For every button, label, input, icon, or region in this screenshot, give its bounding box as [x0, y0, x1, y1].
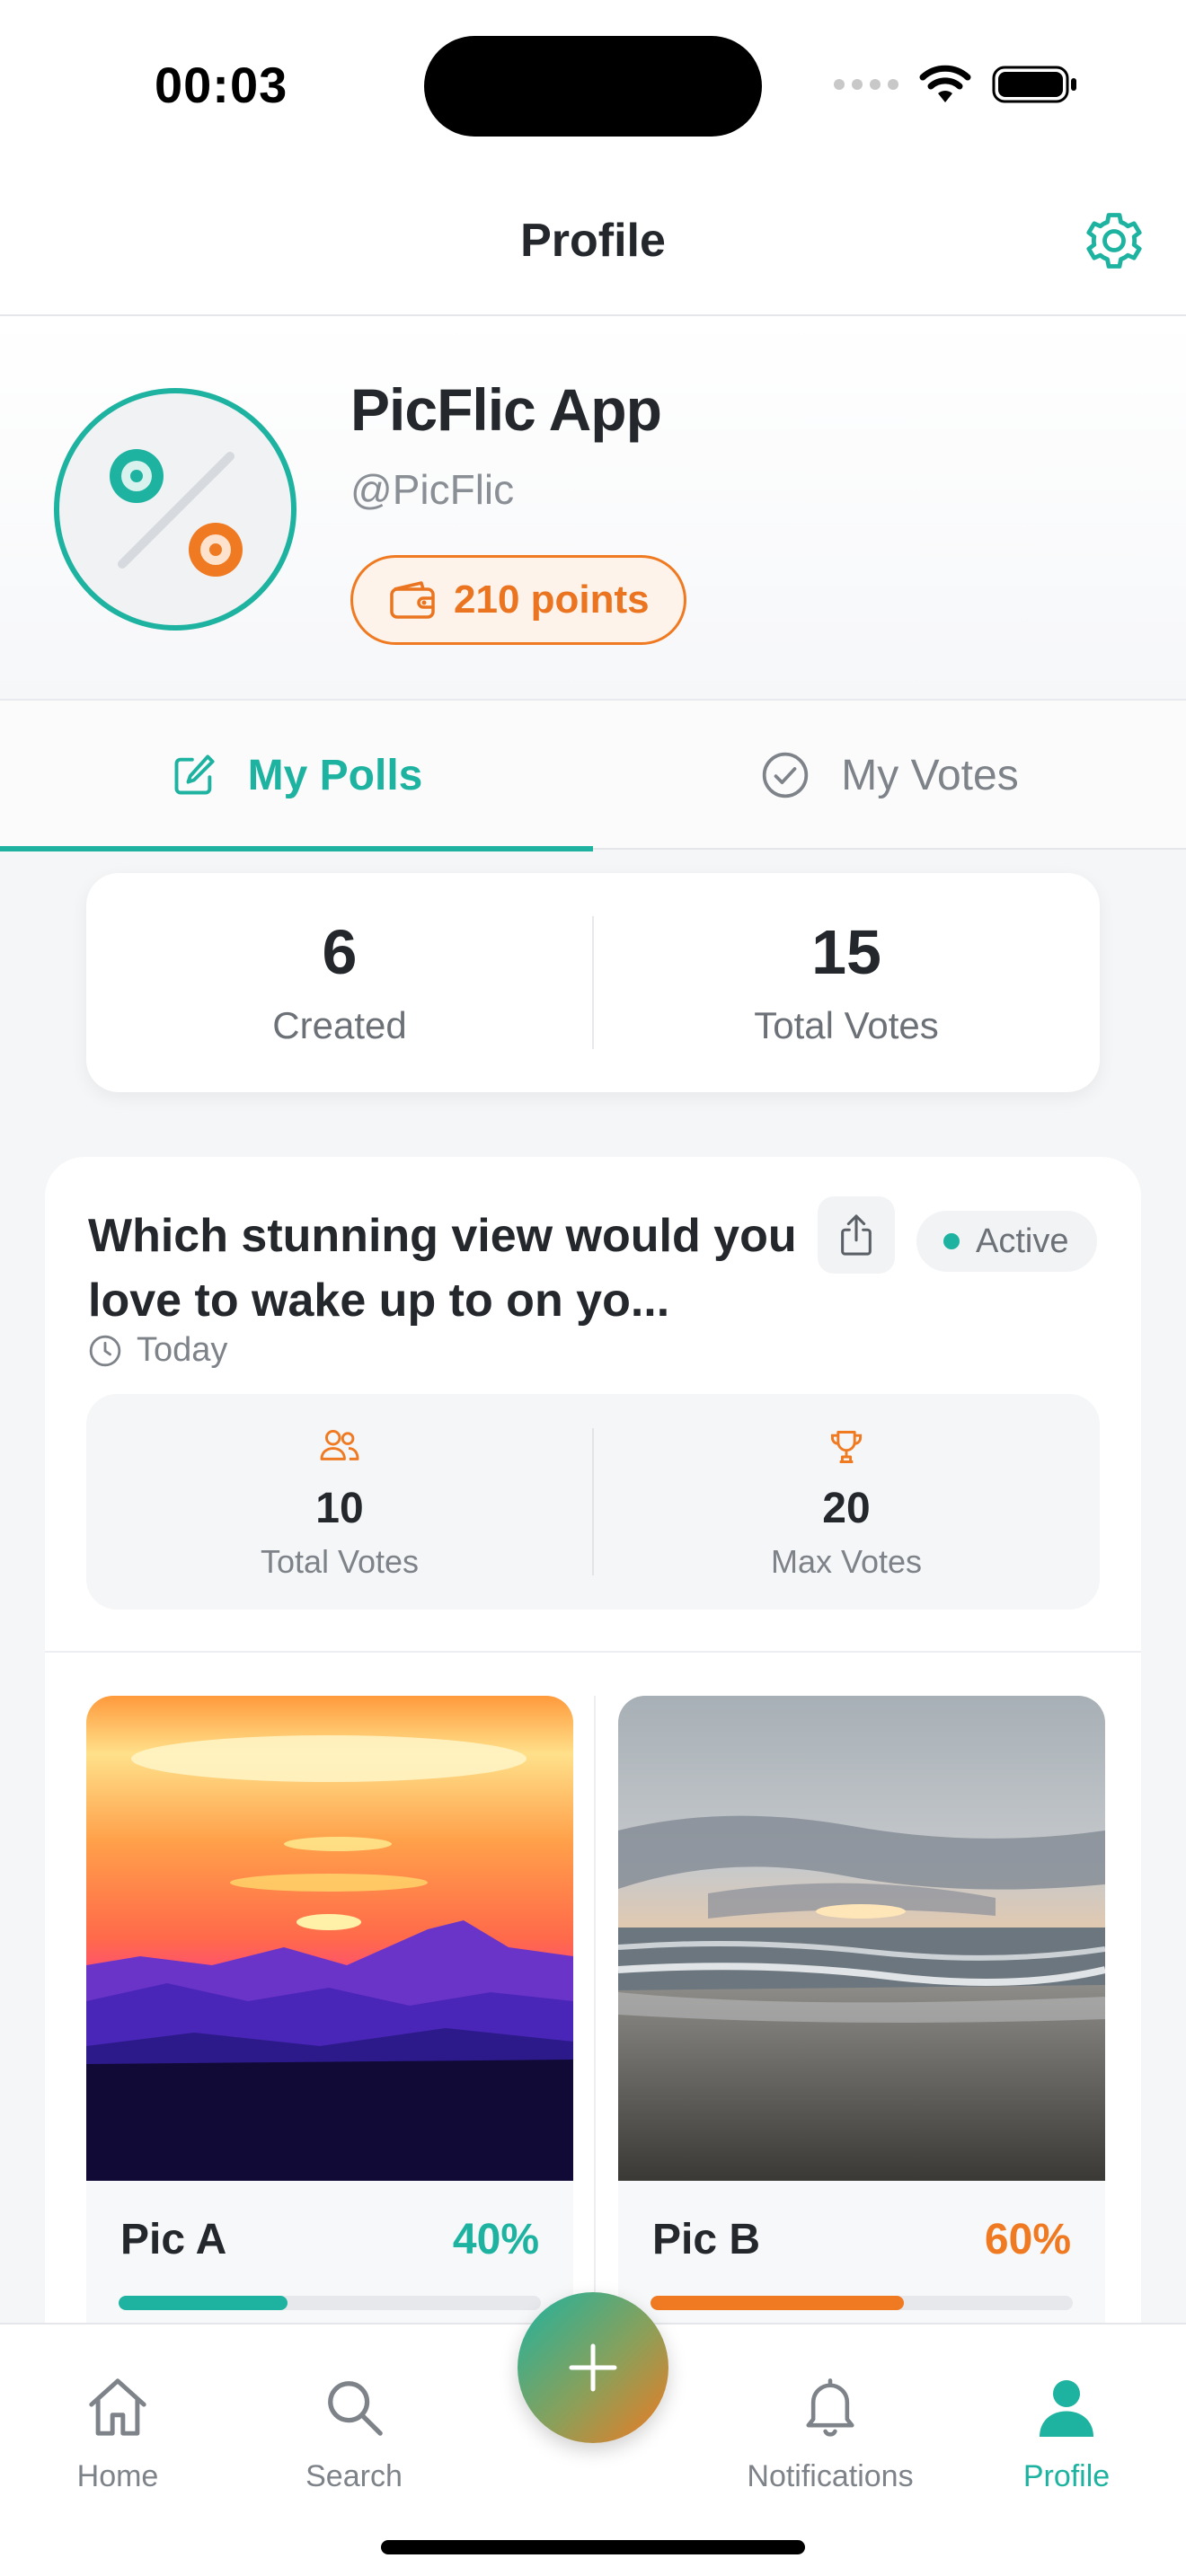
- total-votes-label: Total Votes: [754, 1004, 939, 1046]
- tab-search[interactable]: Search: [246, 2371, 462, 2506]
- total-votes-stat: 15 Total Votes: [593, 873, 1100, 1092]
- profile-header: PicFlic App @PicFlic 210 points: [0, 316, 1186, 701]
- pic-b-progress-track: [651, 2296, 1073, 2310]
- pic-b-percent: 60%: [984, 2216, 1071, 2263]
- poll-max-votes-label: Max Votes: [770, 1543, 923, 1580]
- created-stat: 6 Created: [86, 873, 593, 1092]
- cellular-signal-icon: [834, 79, 898, 90]
- poll-date-label: Today: [137, 1331, 228, 1369]
- avatar[interactable]: [54, 388, 296, 631]
- pic-b-progress-fill: [651, 2296, 904, 2310]
- poll-max-votes-value: 20: [822, 1485, 871, 1532]
- share-icon: [841, 1214, 872, 1256]
- points-label: 210 points: [454, 578, 650, 622]
- bell-icon: [722, 2371, 938, 2443]
- poll-separator: [45, 1651, 1141, 1653]
- profile-name: PicFlic App: [350, 376, 662, 443]
- page-title: Profile: [520, 215, 666, 267]
- battery-icon: [992, 66, 1076, 103]
- wifi-icon: [919, 65, 971, 102]
- tab-profile-label: Profile: [1022, 2459, 1111, 2493]
- dynamic-island: [424, 36, 762, 137]
- search-icon: [246, 2371, 462, 2443]
- pic-a-name: Pic A: [120, 2216, 227, 2263]
- trophy-icon: [810, 1426, 882, 1475]
- tab-profile[interactable]: Profile: [959, 2371, 1174, 2506]
- poll-max-votes: 20 Max Votes: [593, 1394, 1100, 1610]
- pic-b-name: Pic B: [652, 2216, 761, 2263]
- tab-notifications-label: Notifications: [747, 2459, 914, 2493]
- stats-card: 6 Created 15 Total Votes: [86, 873, 1100, 1092]
- status-time: 00:03: [155, 57, 288, 113]
- poll-stats: 10 Total Votes 20 Max Votes: [86, 1394, 1100, 1610]
- plus-icon: [569, 2343, 617, 2392]
- picflic-logo-icon: [110, 449, 243, 577]
- tab-my-votes-label: My Votes: [841, 751, 1019, 799]
- status-bar: 00:03: [0, 0, 1186, 171]
- users-icon: [304, 1426, 376, 1475]
- tab-notifications[interactable]: Notifications: [722, 2371, 938, 2506]
- home-icon: [10, 2371, 226, 2443]
- mountain-sunset-image: [86, 1696, 573, 2181]
- tab-my-polls[interactable]: My Polls: [0, 701, 593, 851]
- profile-tabs: My Polls My Votes: [0, 701, 1186, 851]
- navigation-bar: Profile: [0, 171, 1186, 316]
- home-indicator: [381, 2540, 805, 2554]
- tab-my-polls-label: My Polls: [247, 751, 423, 799]
- status-badge-label: Active: [976, 1222, 1069, 1260]
- profile-handle: @PicFlic: [350, 466, 515, 513]
- wallet-icon: [390, 581, 435, 619]
- status-icons: [834, 65, 1078, 104]
- created-label: Created: [272, 1004, 407, 1046]
- poll-total-votes-label: Total Votes: [260, 1543, 420, 1580]
- pic-a-progress-track: [119, 2296, 541, 2310]
- tab-indicator: [0, 846, 593, 851]
- tab-home-label: Home: [76, 2459, 159, 2493]
- poll-total-votes-value: 10: [315, 1485, 364, 1532]
- points-badge[interactable]: 210 points: [350, 555, 686, 645]
- beach-sunset-image: [618, 1696, 1105, 2181]
- check-circle-icon: [763, 752, 809, 798]
- total-votes-count: 15: [811, 917, 881, 987]
- pic-a-percent: 40%: [452, 2216, 539, 2263]
- create-poll-button[interactable]: [518, 2292, 668, 2443]
- gear-icon[interactable]: [1082, 208, 1146, 273]
- poll-date: Today: [88, 1331, 227, 1370]
- edit-icon: [174, 754, 215, 795]
- created-count: 6: [322, 917, 358, 987]
- profile-screen: 00:03 Profile PicFlic App @PicFlic 210 p…: [0, 0, 1186, 2576]
- tab-search-label: Search: [305, 2459, 403, 2493]
- poll-title: Which stunning view would you love to wa…: [88, 1210, 797, 1327]
- clock-icon: [89, 1335, 121, 1366]
- tab-home[interactable]: Home: [10, 2371, 226, 2506]
- tab-my-votes[interactable]: My Votes: [593, 701, 1186, 850]
- active-dot-icon: [943, 1233, 960, 1249]
- status-badge: Active: [916, 1211, 1098, 1272]
- person-icon: [959, 2371, 1174, 2443]
- pic-a-progress-fill: [119, 2296, 288, 2310]
- poll-total-votes: 10 Total Votes: [86, 1394, 593, 1610]
- share-button[interactable]: [818, 1196, 895, 1274]
